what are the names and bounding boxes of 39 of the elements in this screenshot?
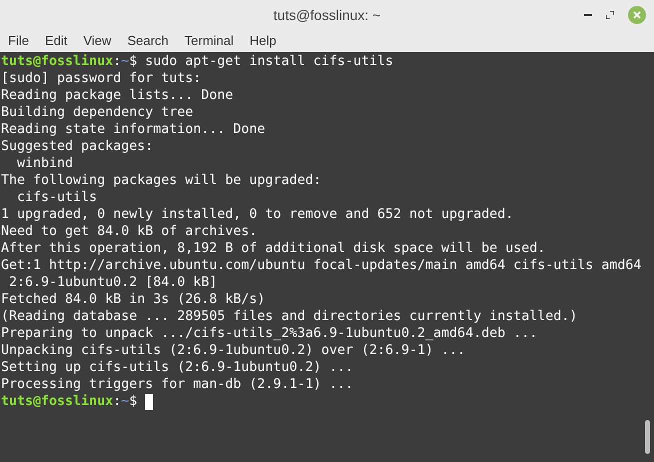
- close-icon[interactable]: [628, 6, 646, 24]
- output-line: Setting up cifs-utils (2:6.9-1ubuntu0.2) ...: [1, 359, 354, 376]
- output-line: winbind: [16, 155, 74, 172]
- output-line: (Reading database ... 289505 files and directories currently installed.): [1, 308, 578, 325]
- output-line: Preparing to unpack .../cifs-utils_2%3a6.9-1ubuntu0.2_amd64.deb ...: [1, 325, 538, 342]
- prompt-user-host: tuts@fosslinux: [1, 52, 114, 71]
- prompt-path: ~: [121, 52, 130, 71]
- output-line: Processing triggers for man-db (2.9.1-1) ...: [1, 376, 354, 393]
- prompt-path: ~: [121, 392, 130, 411]
- maximize-icon[interactable]: [606, 11, 614, 19]
- menu-item[interactable]: View: [83, 31, 112, 51]
- prompt-symbol: $: [129, 392, 138, 411]
- output-line: cifs-utils: [16, 189, 98, 206]
- terminal-area[interactable]: [0, 52, 654, 462]
- window-title: tuts@fosslinux: ~: [273, 6, 381, 24]
- output-line: The following packages will be upgraded:: [1, 172, 322, 189]
- prompt-separator: :: [113, 392, 122, 411]
- scrollbar-thumb[interactable]: [645, 420, 650, 454]
- prompt-user-host: tuts@fosslinux: [1, 392, 114, 411]
- output-line: Need to get 84.0 kB of archives.: [1, 223, 258, 240]
- output-line: Unpacking cifs-utils (2:6.9-1ubuntu0.2) over (2:6.9-1) ...: [1, 342, 466, 359]
- menu-item[interactable]: Terminal: [184, 31, 234, 51]
- output-line: 2:6.9-1ubuntu0.2 [84.0 kB]: [8, 274, 218, 291]
- menu-item[interactable]: Help: [250, 31, 276, 51]
- menu-item[interactable]: Search: [127, 31, 169, 51]
- output-line: Reading package lists... Done: [1, 87, 234, 104]
- output-line: After this operation, 8,192 B of additional disk space will be used.: [1, 240, 546, 257]
- output-line: Get:1 http://archive.ubuntu.com/ubuntu focal-updates/main amd64 cifs-utils amd64: [1, 257, 642, 274]
- prompt-separator: :: [113, 52, 122, 71]
- output-line: Suggested packages:: [1, 138, 154, 155]
- output-line: [sudo] password for tuts:: [1, 70, 202, 87]
- output-line: Fetched 84.0 kB in 3s (26.8 kB/s): [1, 291, 266, 308]
- prompt-symbol: $: [129, 52, 138, 71]
- output-line: Reading state information... Done: [1, 121, 266, 138]
- menu-item[interactable]: File: [8, 31, 29, 51]
- command-text: sudo apt-get install cifs-utils: [145, 52, 394, 71]
- menu-item[interactable]: Edit: [44, 31, 68, 51]
- output-line: Building dependency tree: [1, 104, 194, 121]
- output-line: 1 upgraded, 0 newly installed, 0 to remove and 652 not upgraded.: [1, 206, 514, 223]
